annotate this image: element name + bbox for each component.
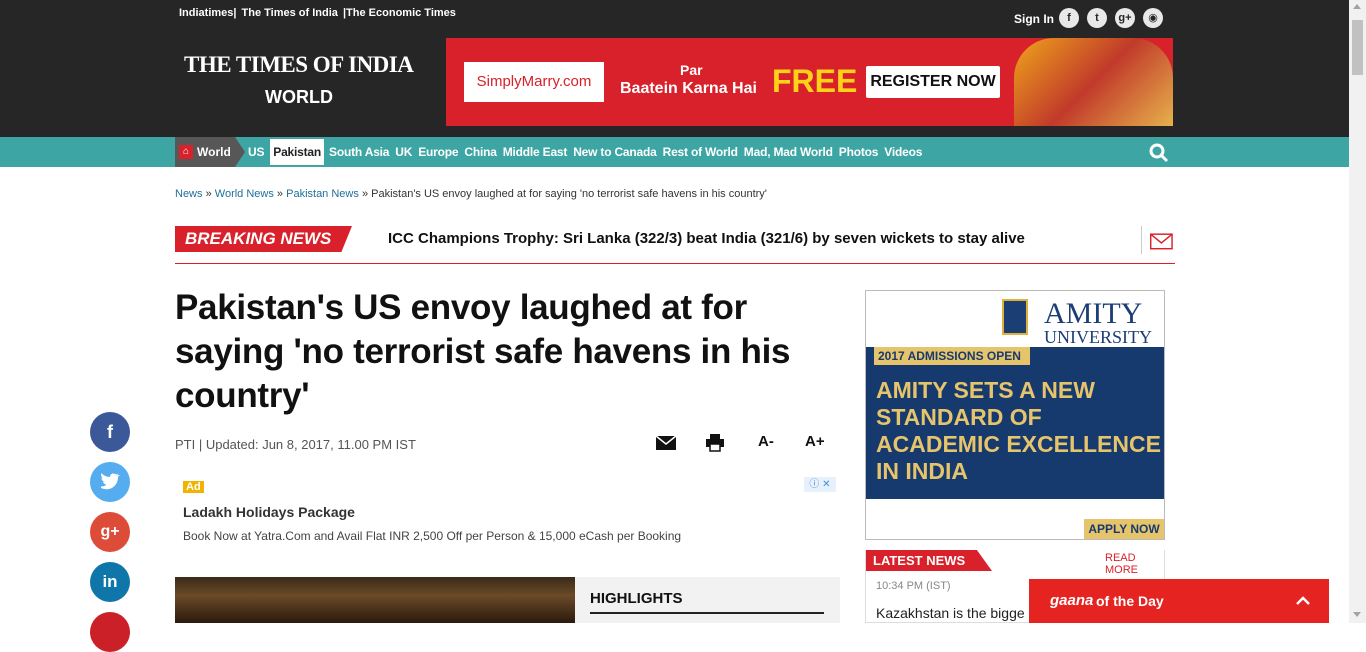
top-links: Indiatimes| The Times of India |The Econ…: [179, 7, 458, 19]
banner-ad[interactable]: SimplyMarry.com Par Baatein Karna Hai FR…: [446, 38, 1173, 126]
gaana-label: of the Day: [1096, 593, 1164, 609]
nav-pakistan[interactable]: Pakistan: [270, 139, 325, 165]
breaking-news-label: BREAKING NEWS: [175, 226, 352, 252]
latest-news-time: 10:34 PM (IST): [876, 580, 951, 592]
nav-uk[interactable]: UK: [395, 145, 412, 159]
highlights-divider: [590, 612, 824, 614]
nav-home-world[interactable]: ⌂ World: [175, 137, 235, 167]
nav-mad-mad-world[interactable]: Mad, Mad World: [744, 145, 833, 159]
breaking-news-bar: BREAKING NEWS ICC Champions Trophy: Sri …: [175, 226, 1175, 264]
email-icon[interactable]: [655, 435, 677, 451]
newsletter-icon[interactable]: [1141, 226, 1174, 254]
amity-brand: AMITY: [1044, 297, 1143, 330]
highlights-title: HIGHLIGHTS: [590, 590, 683, 607]
scroll-down-arrow[interactable]: [1353, 612, 1361, 617]
breadcrumb: News » World News » Pakistan News » Paki…: [175, 188, 767, 200]
indiatimes-link[interactable]: Indiatimes|: [179, 7, 236, 19]
article-photo: [175, 577, 575, 623]
rss-icon[interactable]: ◉: [1143, 8, 1163, 28]
breadcrumb-news[interactable]: News: [175, 188, 203, 200]
ad-title[interactable]: Ladakh Holidays Package: [183, 504, 355, 520]
article-headline: Pakistan's US envoy laughed at for sayin…: [175, 288, 791, 415]
highlights-box: HIGHLIGHTS: [575, 577, 840, 623]
nav-rest-of-world[interactable]: Rest of World: [663, 145, 738, 159]
nav-europe[interactable]: Europe: [418, 145, 458, 159]
et-link[interactable]: |The Economic Times: [343, 7, 456, 19]
amity-brand-sub: UNIVERSITY: [1044, 327, 1152, 347]
amity-headline: AMITY SETS A NEW STANDARD OF ACADEMIC EX…: [876, 377, 1161, 484]
print-icon[interactable]: [705, 433, 725, 452]
site-logo[interactable]: THE TIMES OF INDIA: [184, 52, 414, 78]
nav-south-asia[interactable]: South Asia: [329, 145, 389, 159]
share-google-plus-icon[interactable]: g+: [90, 512, 130, 552]
facebook-icon[interactable]: f: [1059, 8, 1079, 28]
breadcrumb-pakistan-news[interactable]: Pakistan News: [286, 188, 359, 200]
inline-ad[interactable]: Ad Ladakh Holidays Package Book Now at Y…: [175, 474, 840, 556]
search-icon[interactable]: [1149, 143, 1169, 163]
breadcrumb-current: Pakistan's US envoy laughed at for sayin…: [371, 188, 767, 200]
nav-middle-east[interactable]: Middle East: [503, 145, 568, 159]
banner-line1: Par: [680, 62, 703, 78]
gaana-widget[interactable]: gaana of the Day: [1029, 579, 1329, 623]
ad-badge: Ad: [183, 481, 204, 493]
banner-free: FREE: [772, 63, 858, 99]
scrollbar[interactable]: [1349, 0, 1366, 623]
latest-news-label: LATEST NEWS: [866, 550, 992, 571]
google-plus-icon[interactable]: g+: [1115, 8, 1135, 28]
breadcrumb-sep: »: [276, 188, 284, 200]
banner-couple-image: [1014, 38, 1173, 126]
apply-now-button[interactable]: APPLY NOW: [1084, 519, 1164, 539]
ad-choices-icon[interactable]: ⓘ ✕: [804, 477, 836, 492]
nav-new-to-canada[interactable]: New to Canada: [573, 145, 657, 159]
home-icon: ⌂: [179, 145, 193, 159]
register-now-button[interactable]: REGISTER NOW: [866, 66, 1000, 98]
ad-description: Book Now at Yatra.Com and Avail Flat INR…: [183, 529, 682, 543]
breadcrumb-sep: »: [361, 188, 369, 200]
amity-ad[interactable]: AMITY UNIVERSITY 2017 ADMISSIONS OPEN AM…: [865, 290, 1165, 540]
breadcrumb-sep: »: [205, 188, 212, 200]
breadcrumb-world-news[interactable]: World News: [215, 188, 274, 200]
simplymarry-logo: SimplyMarry.com: [464, 62, 604, 102]
breaking-news-text[interactable]: ICC Champions Trophy: Sri Lanka (322/3) …: [388, 230, 1025, 247]
share-pinterest-icon[interactable]: [90, 612, 130, 652]
nav-videos[interactable]: Videos: [884, 145, 922, 159]
share-facebook-icon[interactable]: f: [90, 412, 130, 452]
chevron-up-icon[interactable]: [1295, 593, 1311, 609]
nav-us[interactable]: US: [248, 145, 264, 159]
nav-china[interactable]: China: [464, 145, 497, 159]
banner-line2: Baatein Karna Hai: [620, 80, 757, 97]
twitter-icon[interactable]: t: [1087, 8, 1107, 28]
article-byline: PTI | Updated: Jun 8, 2017, 11.00 PM IST: [175, 437, 416, 452]
read-more-link[interactable]: READ MORE: [1105, 552, 1164, 576]
nav-items: US Pakistan South Asia UK Europe China M…: [248, 137, 928, 167]
sign-in-link[interactable]: Sign In: [1014, 12, 1054, 26]
amity-admissions: 2017 ADMISSIONS OPEN: [874, 347, 1030, 365]
section-title: WORLD: [265, 87, 333, 107]
nav-photos[interactable]: Photos: [839, 145, 879, 159]
share-twitter-icon[interactable]: [90, 462, 130, 502]
amity-ad-body: 2017 ADMISSIONS OPEN AMITY SETS A NEW ST…: [866, 347, 1164, 499]
share-linkedin-icon[interactable]: in: [90, 562, 130, 602]
nav-home-label: World: [197, 145, 231, 159]
font-decrease-button[interactable]: A-: [758, 433, 774, 450]
amity-crest-icon: [1002, 299, 1028, 335]
scrollbar-thumb[interactable]: [1352, 20, 1363, 75]
scroll-up-arrow[interactable]: [1353, 4, 1361, 9]
toi-link[interactable]: The Times of India: [242, 7, 338, 19]
nav-home-arrow: [235, 137, 245, 167]
gaana-logo: gaana: [1050, 592, 1094, 609]
font-increase-button[interactable]: A+: [805, 433, 825, 450]
